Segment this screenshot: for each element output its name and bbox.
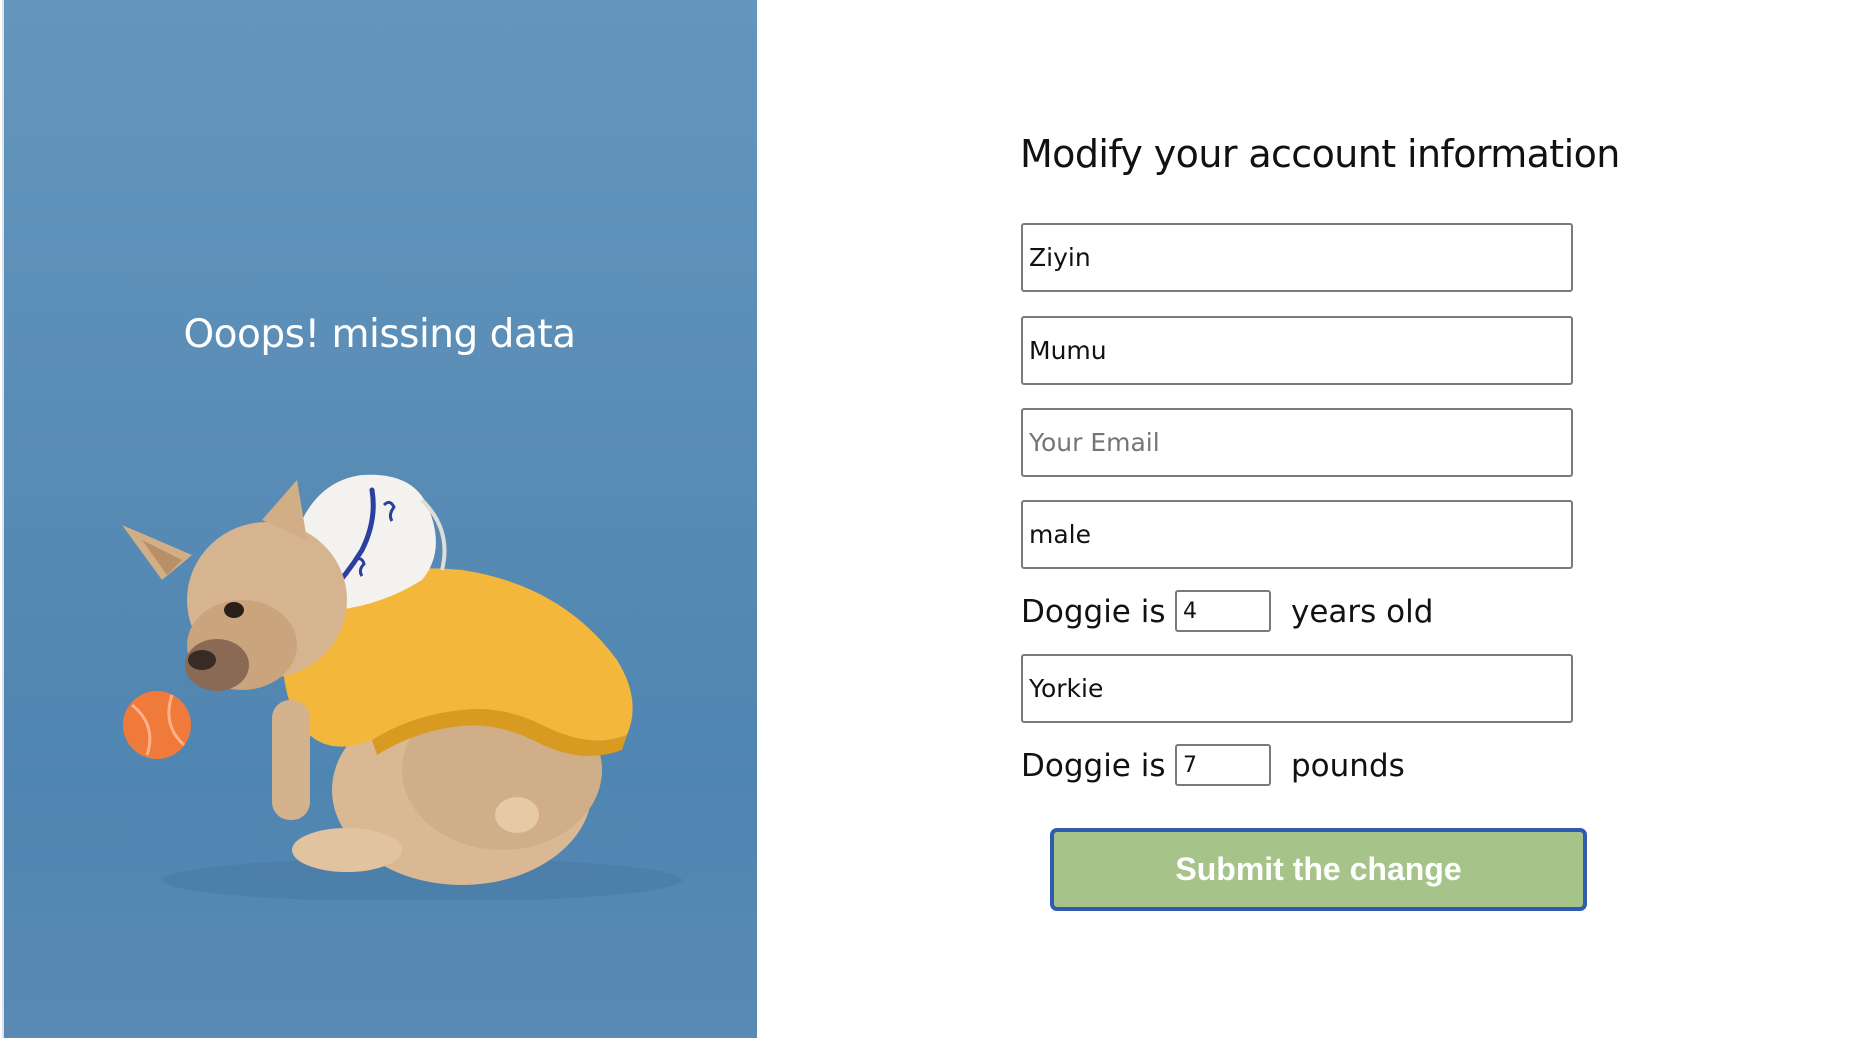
first-name-field[interactable] (1021, 223, 1573, 292)
photo-panel: Ooops! missing data (2, 0, 757, 1038)
submit-button[interactable]: Submit the change (1050, 828, 1587, 911)
dog-photo (122, 474, 682, 900)
form-title: Modify your account information (1020, 132, 1620, 176)
breed-field[interactable] (1021, 654, 1573, 723)
age-prefix-label: Doggie is (1021, 594, 1166, 630)
age-suffix-label: years old (1291, 594, 1434, 630)
age-row: Doggie is years old (1021, 590, 1581, 634)
last-name-field[interactable] (1021, 316, 1573, 385)
weight-suffix-label: pounds (1291, 748, 1405, 784)
email-field[interactable] (1021, 408, 1573, 477)
weight-input[interactable] (1175, 744, 1271, 786)
missing-data-message: Ooops! missing data (183, 312, 576, 357)
age-input[interactable] (1175, 590, 1271, 632)
weight-row: Doggie is pounds (1021, 744, 1581, 788)
gender-field[interactable] (1021, 500, 1573, 569)
weight-prefix-label: Doggie is (1021, 748, 1166, 784)
photo-edge (2, 0, 4, 1038)
page: Ooops! missing data Modify your account … (0, 0, 1868, 1038)
